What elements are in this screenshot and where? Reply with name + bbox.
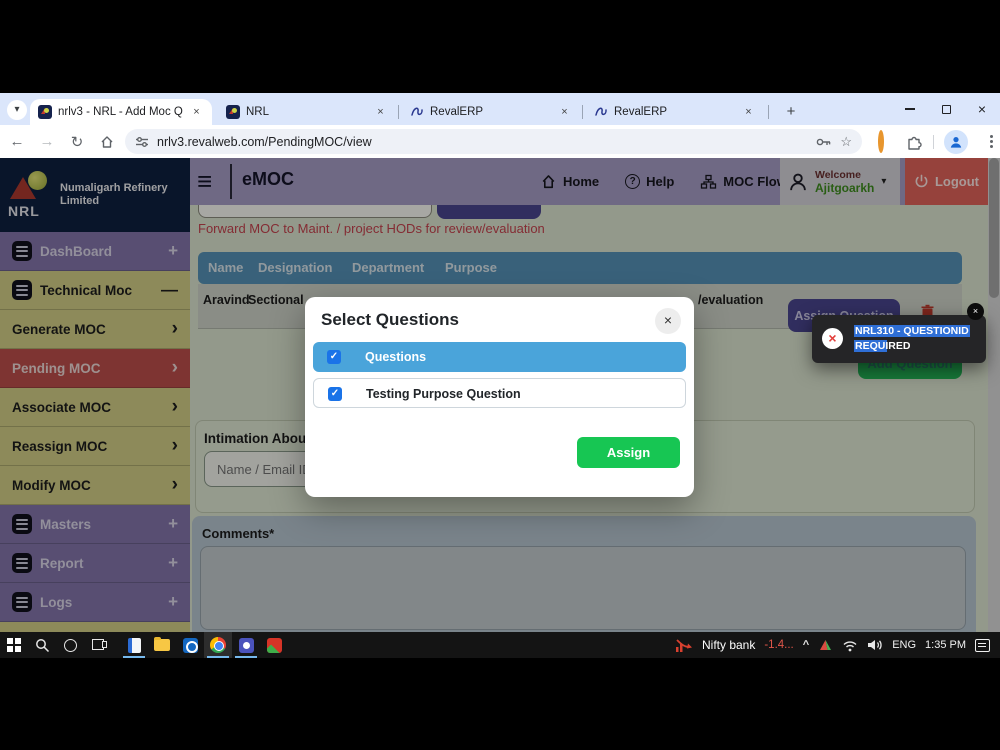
site-settings-icon[interactable] <box>135 135 149 149</box>
extension-badge-icon[interactable] <box>878 133 884 151</box>
taskbar-search-icon[interactable] <box>28 632 56 658</box>
questions-group-label: Questions <box>365 350 426 364</box>
error-icon: × <box>822 328 843 349</box>
toast-close-icon[interactable]: × <box>967 303 984 320</box>
minimize-button[interactable] <box>892 93 928 125</box>
tab-3[interactable]: RevalERP × <box>402 99 580 125</box>
nrl-favicon <box>226 105 240 119</box>
back-button[interactable]: ← <box>4 129 30 155</box>
tab-close-icon[interactable]: × <box>189 105 204 120</box>
profile-avatar[interactable] <box>944 130 968 154</box>
wifi-icon[interactable] <box>842 639 858 652</box>
tab-search-icon[interactable]: ▾ <box>7 100 27 120</box>
revalerp-favicon <box>410 105 424 119</box>
assign-button[interactable]: Assign <box>577 437 680 468</box>
tab-4[interactable]: RevalERP × <box>586 99 764 125</box>
tab-title: nrlv3 - NRL - Add Moc Questio <box>58 106 183 118</box>
questions-group-row[interactable]: ✓ Questions <box>313 342 686 372</box>
stock-trend-icon[interactable] <box>675 637 693 653</box>
address-bar[interactable]: nrlv3.revalweb.com/PendingMOC/view ☆ <box>125 129 862 154</box>
questions-checkbox[interactable]: ✓ <box>327 350 341 364</box>
stock-ticker-label[interactable]: Nifty bank <box>702 638 755 652</box>
extensions-puzzle-icon[interactable] <box>906 133 923 150</box>
maximize-button[interactable] <box>928 93 964 125</box>
tray-app-icon[interactable] <box>818 638 833 652</box>
tab-separator <box>398 105 399 119</box>
modal-title: Select Questions <box>321 310 459 330</box>
password-key-icon[interactable] <box>816 136 832 148</box>
bookmark-star-icon[interactable]: ☆ <box>840 134 852 150</box>
hidden-icons-chevron[interactable]: ^ <box>803 639 809 651</box>
action-center-icon[interactable] <box>975 639 990 652</box>
tab-title: RevalERP <box>430 106 551 118</box>
tab-close-icon[interactable]: × <box>741 105 756 120</box>
web-page: NRL Numaligarh Refinery Limited DashBoar… <box>0 158 1000 632</box>
taskbar: Nifty bank -1.4... ^ ENG 1:35 PM <box>0 632 1000 658</box>
start-button[interactable] <box>0 632 28 658</box>
home-button[interactable] <box>94 129 120 155</box>
browser-toolbar: ← → ↻ nrlv3.revalweb.com/PendingMOC/view… <box>0 125 1000 158</box>
tab-active[interactable]: nrlv3 - NRL - Add Moc Questio × <box>30 99 212 125</box>
stock-change[interactable]: -1.4... <box>764 639 793 651</box>
close-window-button[interactable]: × <box>964 93 1000 125</box>
forward-button[interactable]: → <box>34 129 60 155</box>
teams-icon[interactable] <box>232 632 260 658</box>
nrl-favicon <box>38 105 52 119</box>
window-controls: × <box>892 93 1000 125</box>
tab-separator <box>582 105 583 119</box>
tab-2[interactable]: NRL × <box>218 99 396 125</box>
revalerp-favicon <box>594 105 608 119</box>
volume-icon[interactable] <box>867 638 883 652</box>
notes-app-icon[interactable] <box>120 632 148 658</box>
reload-button[interactable]: ↻ <box>64 129 90 155</box>
antivirus-app-icon[interactable] <box>260 632 288 658</box>
error-toast: × NRL310 - QUESTIONID REQUIRED × <box>812 315 986 363</box>
chrome-icon[interactable] <box>204 632 232 658</box>
question-checkbox[interactable]: ✓ <box>328 387 342 401</box>
tab-title: NRL <box>246 106 367 118</box>
select-questions-modal: Select Questions × ✓ Questions ✓ Testing… <box>305 297 694 497</box>
outlook-icon[interactable] <box>176 632 204 658</box>
tab-title: RevalERP <box>614 106 735 118</box>
cortana-icon[interactable] <box>56 632 84 658</box>
tab-separator <box>768 105 769 119</box>
browser-menu-icon[interactable] <box>980 135 1000 148</box>
toast-message: NRL310 - QUESTIONID REQUIRED <box>854 324 970 354</box>
toolbar-divider <box>933 135 934 149</box>
browser-tab-strip: ▾ nrlv3 - NRL - Add Moc Questio × NRL × … <box>0 93 1000 125</box>
system-tray: Nifty bank -1.4... ^ ENG 1:35 PM <box>675 632 1000 658</box>
new-tab-button[interactable]: + <box>781 102 801 122</box>
question-item-row[interactable]: ✓ Testing Purpose Question <box>313 378 686 408</box>
tab-close-icon[interactable]: × <box>557 105 572 120</box>
clock[interactable]: 1:35 PM <box>925 639 966 651</box>
question-item-label: Testing Purpose Question <box>366 387 521 401</box>
language-indicator[interactable]: ENG <box>892 639 916 651</box>
url-text[interactable]: nrlv3.revalweb.com/PendingMOC/view <box>157 135 808 149</box>
modal-close-icon[interactable]: × <box>655 308 681 334</box>
task-view-icon[interactable] <box>84 632 112 658</box>
screen: ▾ nrlv3 - NRL - Add Moc Questio × NRL × … <box>0 0 1000 750</box>
file-explorer-icon[interactable] <box>148 632 176 658</box>
tab-close-icon[interactable]: × <box>373 105 388 120</box>
